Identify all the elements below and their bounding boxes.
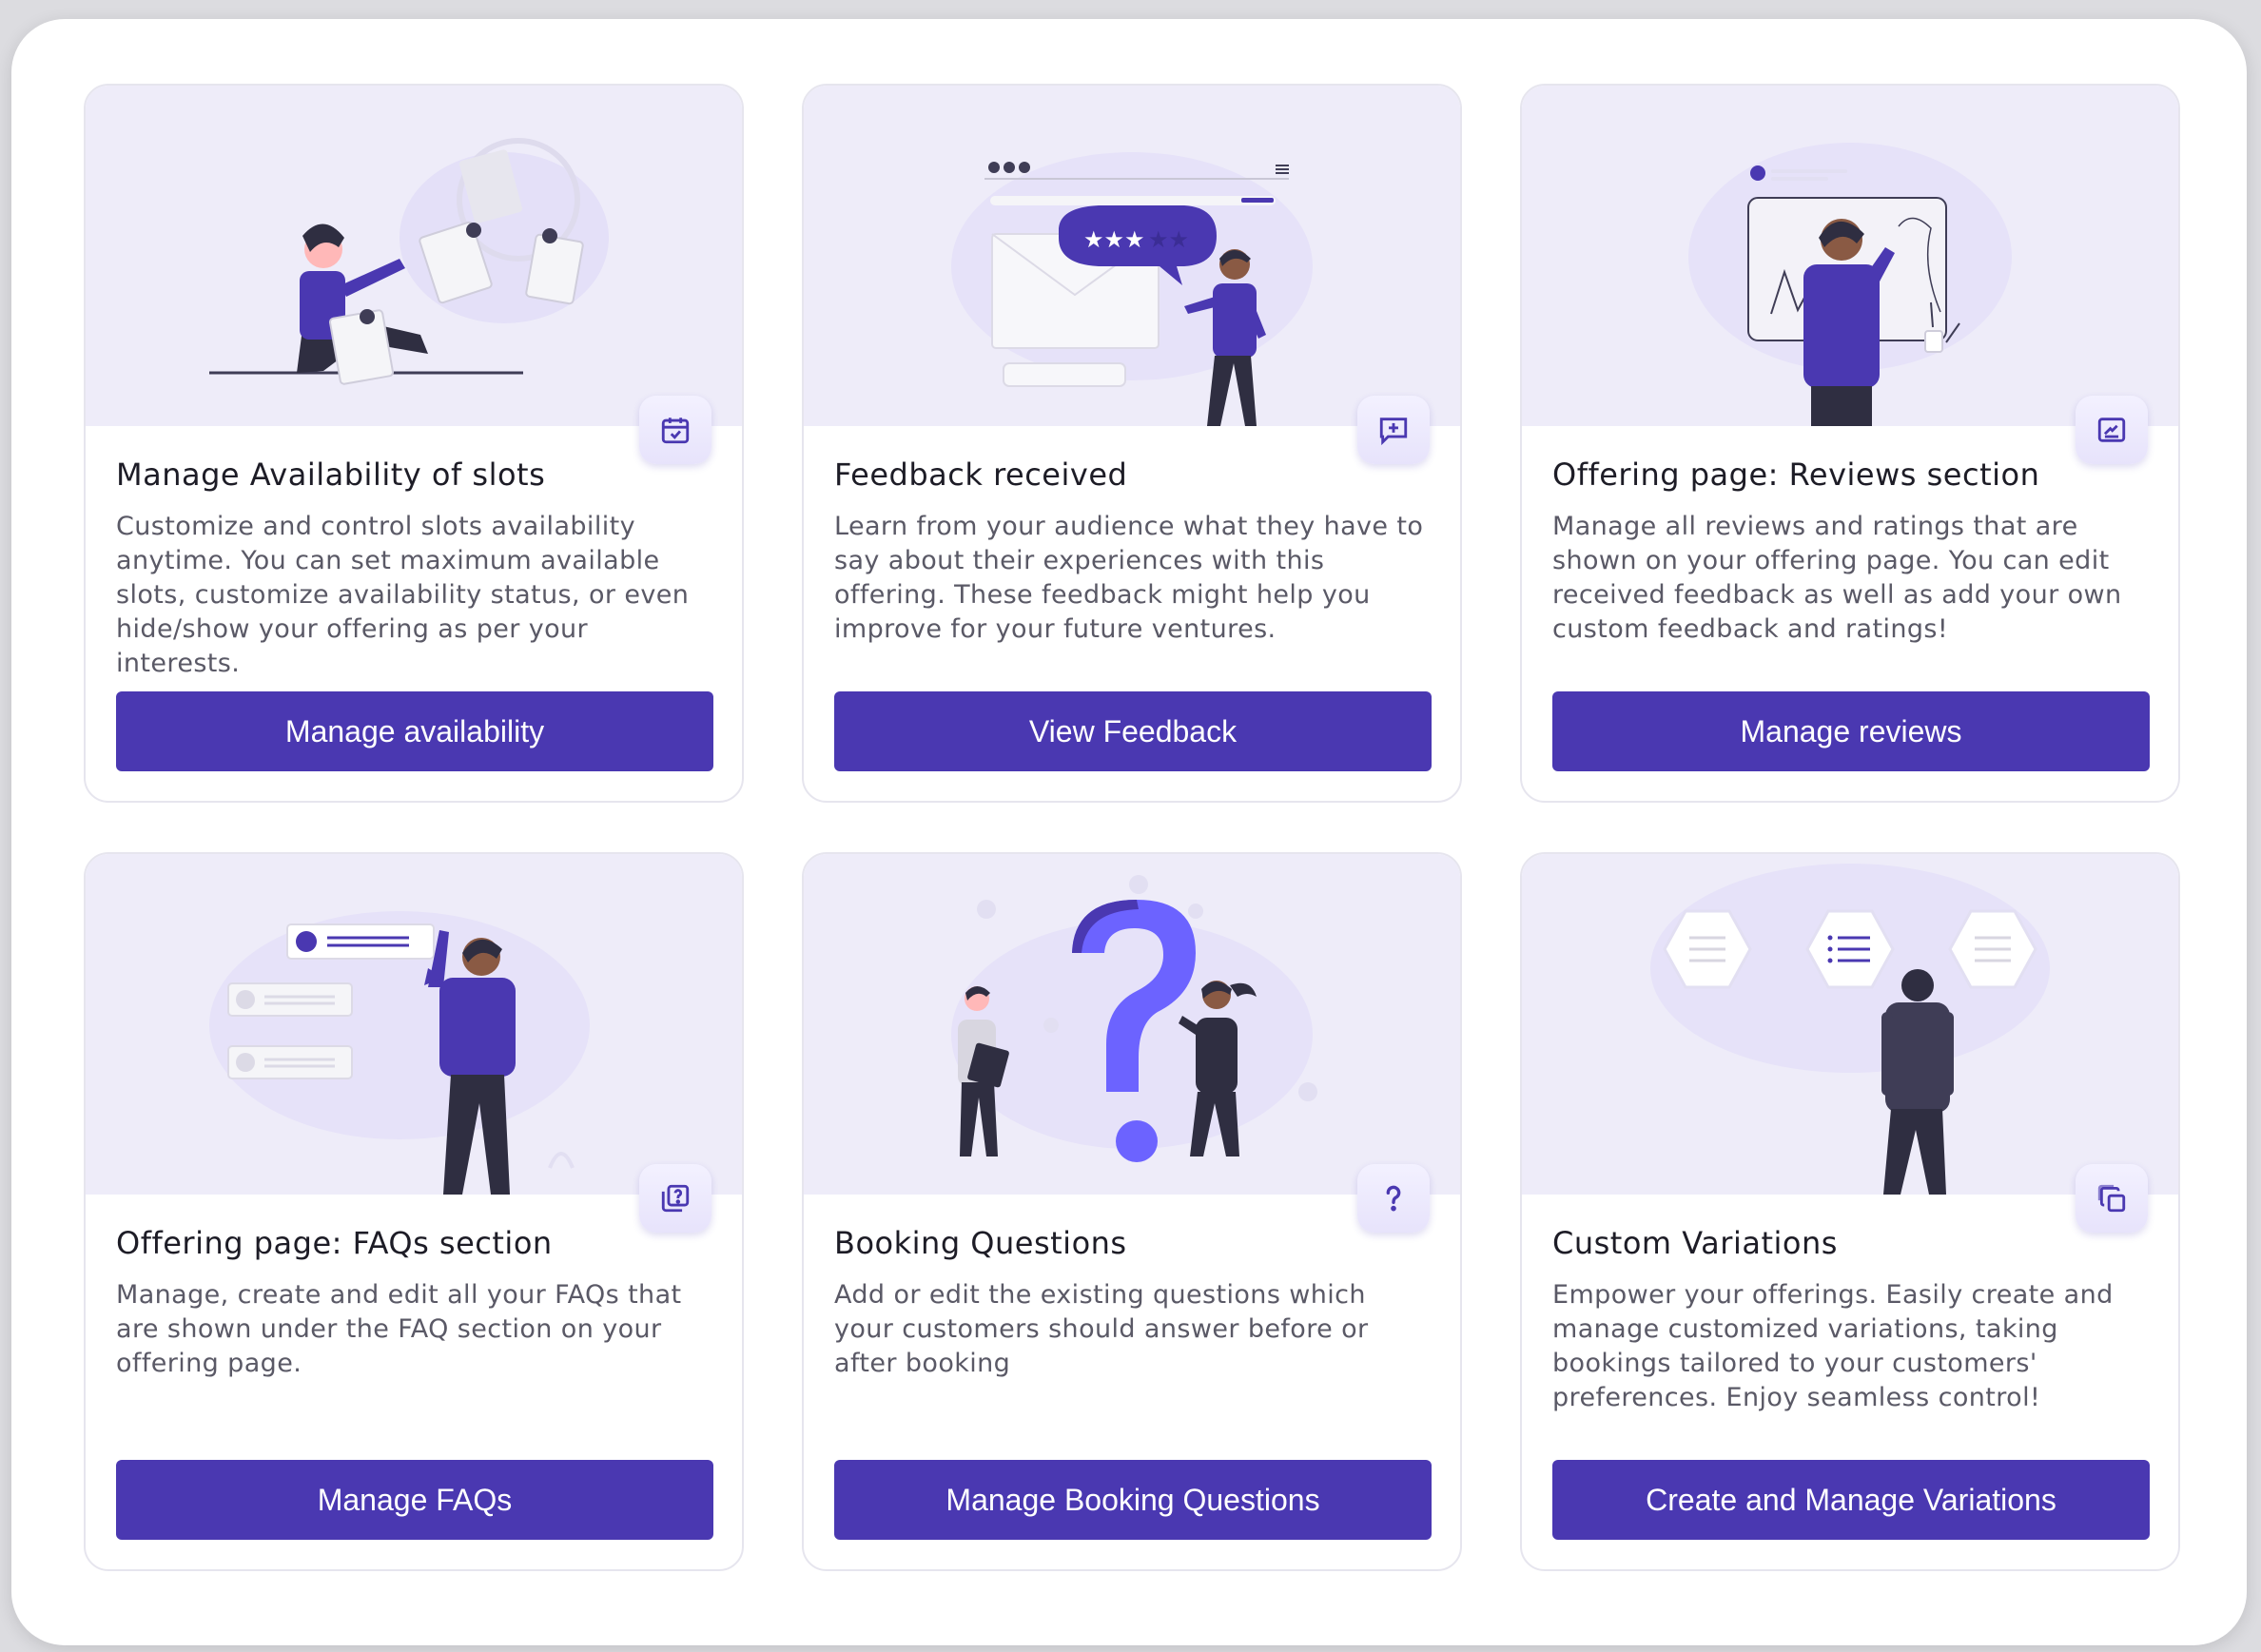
card-faqs-section: Offering page: FAQs section Manage, crea… (84, 852, 744, 1571)
copy-stack-badge (2076, 1164, 2148, 1233)
signature-icon (2097, 418, 2126, 442)
card-manage-availability: Manage Availability of slots Customize a… (84, 84, 744, 803)
card-title: Offering page: Reviews section (1552, 457, 2040, 493)
feedback-illustration: ★★★ ★★ (804, 86, 1460, 426)
manage-reviews-button[interactable]: Manage reviews (1552, 691, 2150, 771)
card-description: Customize and control slots availability… (116, 512, 690, 678)
calendar-check-badge (639, 396, 711, 464)
card-description: Learn from your audience what they have … (834, 512, 1424, 644)
manage-faqs-button[interactable]: Manage FAQs (116, 1460, 713, 1540)
question-pages-icon (661, 1184, 690, 1213)
card-custom-variations: Custom Variations Empower your offerings… (1520, 852, 2180, 1571)
question-mark-badge (1357, 1164, 1430, 1233)
feature-panel: Manage Availability of slots Customize a… (11, 19, 2247, 1645)
availability-illustration (86, 86, 742, 426)
card-description: Empower your offerings. Easily create an… (1552, 1280, 2114, 1412)
svg-text:★★: ★★ (1148, 226, 1189, 253)
card-description: Manage, create and edit all your FAQs th… (116, 1280, 682, 1378)
message-plus-badge (1357, 396, 1430, 464)
reviews-illustration (1522, 86, 2178, 426)
svg-text:★★★: ★★★ (1083, 226, 1145, 253)
view-feedback-button[interactable]: View Feedback (834, 691, 1432, 771)
card-title: Feedback received (834, 457, 1128, 493)
variations-illustration (1522, 854, 2178, 1195)
question-mark-icon (1386, 1185, 1401, 1212)
card-title: Booking Questions (834, 1225, 1127, 1261)
signature-badge (2076, 396, 2148, 464)
calendar-check-icon (661, 418, 690, 444)
card-booking-questions: Booking Questions Add or edit the existi… (802, 852, 1462, 1571)
copy-stack-icon (2097, 1184, 2126, 1213)
card-reviews-section: Offering page: Reviews section Manage al… (1520, 84, 2180, 803)
create-manage-variations-button[interactable]: Create and Manage Variations (1552, 1460, 2150, 1540)
card-title: Offering page: FAQs section (116, 1225, 553, 1261)
card-description: Add or edit the existing questions which… (834, 1280, 1369, 1378)
card-title: Manage Availability of slots (116, 457, 546, 493)
faqs-illustration (86, 854, 742, 1195)
manage-availability-button[interactable]: Manage availability (116, 691, 713, 771)
question-pages-badge (639, 1164, 711, 1233)
card-description: Manage all reviews and ratings that are … (1552, 512, 2122, 644)
booking-questions-illustration (804, 854, 1460, 1195)
card-title: Custom Variations (1552, 1225, 1838, 1261)
manage-booking-questions-button[interactable]: Manage Booking Questions (834, 1460, 1432, 1540)
message-plus-icon (1379, 418, 1408, 446)
card-feedback-received: ★★★ ★★ Feedback received Learn from your… (802, 84, 1462, 803)
